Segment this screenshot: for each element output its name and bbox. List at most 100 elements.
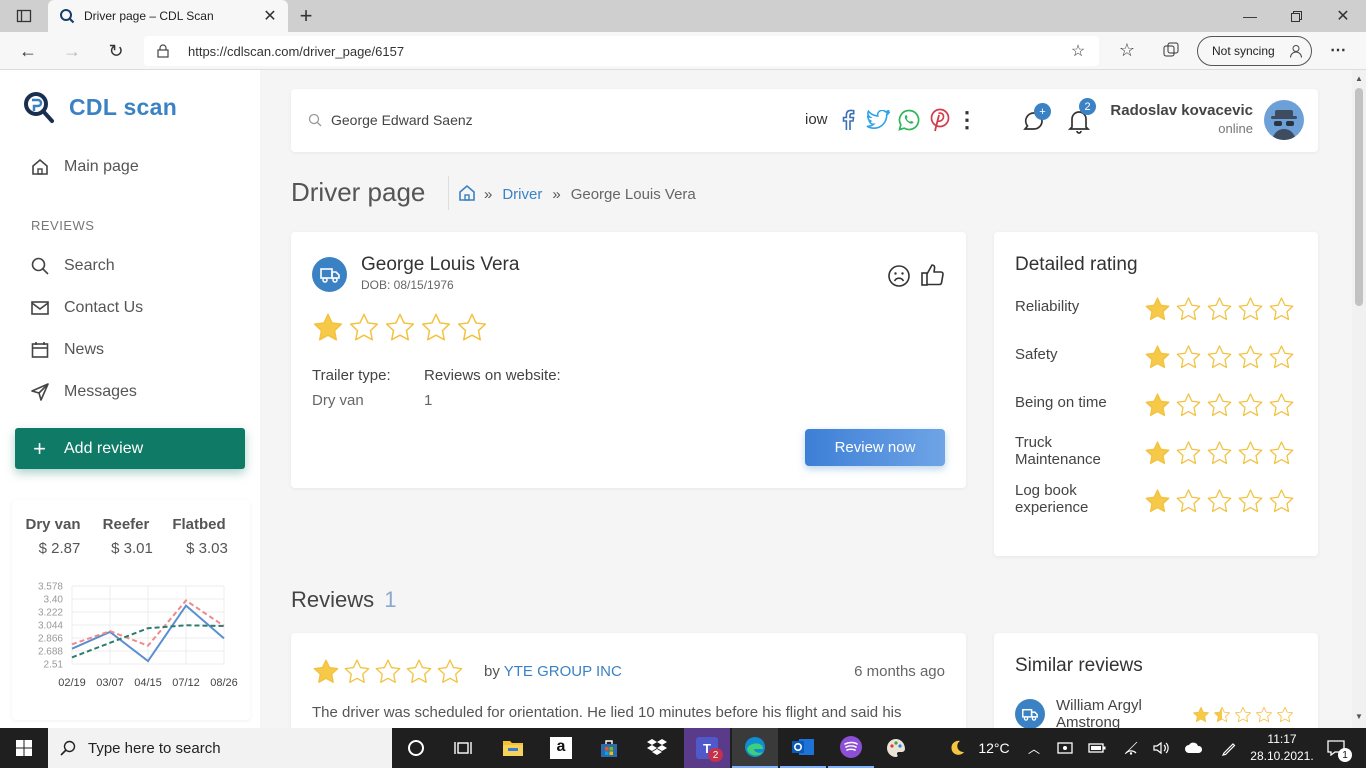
meet-now-icon[interactable] — [1054, 728, 1076, 768]
browser-tab-bar: Driver page – CDL Scan ✕ + — ✕ — [0, 0, 1366, 32]
sidebar-item-contact-us[interactable]: Contact Us — [30, 293, 143, 323]
sidebar-item-label: News — [64, 341, 105, 358]
rating-row-label: Safety — [1015, 346, 1058, 363]
amazon-icon[interactable]: a — [544, 728, 578, 768]
main-content: iow ⋮ + 2 Radoslav kovacevic online Driv… — [260, 70, 1352, 728]
edge-icon[interactable] — [732, 728, 778, 768]
review-now-button[interactable]: Review now — [805, 429, 945, 466]
scrollbar-thumb[interactable] — [1355, 88, 1363, 306]
sidebar: CDL scan Main page REVIEWS Search Contac… — [0, 70, 260, 728]
sync-button[interactable]: Not syncing — [1197, 36, 1312, 66]
new-tab-icon[interactable]: + — [294, 3, 318, 28]
review-by-label: by — [484, 663, 500, 680]
star-empty-icon — [1269, 441, 1294, 465]
pinterest-icon[interactable] — [928, 108, 952, 132]
browser-tab[interactable]: Driver page – CDL Scan ✕ — [48, 0, 288, 32]
sidebar-item-search[interactable]: Search — [30, 251, 115, 281]
star-empty-icon — [1238, 297, 1263, 321]
dropbox-icon[interactable] — [640, 728, 674, 768]
url-text[interactable]: https://cdlscan.com/driver_page/6157 — [188, 44, 404, 59]
minimize-icon[interactable]: — — [1240, 6, 1260, 26]
favorites-icon[interactable]: ☆ — [1116, 39, 1138, 61]
forward-icon[interactable]: → — [60, 39, 84, 63]
star-empty-icon — [344, 659, 370, 683]
star-filled-icon — [313, 313, 343, 341]
mail-icon — [30, 298, 64, 318]
show-hidden-icons-icon[interactable]: ︿ — [1024, 728, 1044, 768]
search-icon — [48, 740, 88, 756]
outlook-icon[interactable] — [780, 728, 826, 768]
star-empty-icon — [457, 313, 487, 341]
clock-date[interactable]: 28.10.2021. — [1244, 749, 1320, 763]
refresh-icon[interactable]: ↻ — [104, 39, 128, 63]
taskbar-search-box[interactable]: Type here to search — [48, 728, 392, 768]
file-explorer-icon[interactable] — [496, 728, 530, 768]
price-value: $ 2.87 — [38, 540, 81, 557]
scroll-up-icon[interactable]: ▲ — [1355, 74, 1363, 83]
page-title: Driver page — [291, 177, 426, 207]
star-empty-icon — [1269, 345, 1294, 369]
back-icon[interactable]: ← — [16, 39, 40, 63]
avatar[interactable] — [1264, 100, 1304, 140]
facebook-icon[interactable] — [838, 108, 858, 132]
plus-icon: + — [33, 435, 46, 461]
whatsapp-icon[interactable] — [897, 108, 921, 132]
restore-icon[interactable] — [1286, 6, 1306, 26]
pen-workspace-icon[interactable] — [1218, 728, 1240, 768]
battery-icon[interactable] — [1086, 728, 1108, 768]
breadcrumb-home-icon[interactable] — [458, 184, 476, 202]
close-window-icon[interactable]: ✕ — [1333, 6, 1353, 26]
marquee-text: iow — [805, 111, 828, 128]
chart-y-tick-label: 3.578 — [38, 582, 63, 593]
messages-badge: + — [1034, 103, 1051, 120]
page-scrollbar[interactable]: ▲ ▼ — [1352, 70, 1366, 728]
add-favorite-icon[interactable]: ☆ — [1068, 42, 1088, 60]
wifi-icon[interactable] — [1120, 728, 1142, 768]
podcast-app-icon[interactable] — [828, 728, 874, 768]
collections-icon[interactable] — [1160, 39, 1182, 61]
volume-icon[interactable] — [1150, 728, 1172, 768]
similar-driver-name[interactable]: William Argyl Amstrong — [1056, 697, 1166, 728]
weather-moon-icon[interactable] — [944, 728, 970, 768]
url-box[interactable]: https://cdlscan.com/driver_page/6157 ☆ — [144, 36, 1099, 66]
brand-name[interactable]: CDL scan — [69, 94, 177, 121]
review-author-link[interactable]: YTE GROUP INC — [504, 663, 622, 680]
rating-row-stars — [1144, 440, 1295, 468]
windows-start-icon[interactable] — [0, 728, 48, 768]
sad-face-icon[interactable] — [887, 264, 911, 288]
cortana-icon[interactable] — [400, 728, 432, 768]
star-empty-icon — [1269, 393, 1294, 417]
rating-row-label: Reliability — [1015, 298, 1080, 315]
star-empty-icon — [1238, 345, 1263, 369]
driver-dob: DOB: 08/15/1976 — [361, 278, 454, 292]
task-view-icon[interactable] — [446, 728, 480, 768]
add-review-button[interactable]: + Add review — [15, 428, 245, 469]
close-tab-icon[interactable]: ✕ — [262, 8, 278, 25]
reviews-count-label: Reviews on website: — [424, 367, 561, 384]
search-input[interactable] — [331, 107, 751, 133]
more-vertical-icon[interactable]: ⋮ — [956, 107, 978, 132]
review-author: by YTE GROUP INC — [484, 663, 622, 680]
weather-temperature[interactable]: 12°C — [974, 728, 1014, 768]
thumbs-up-icon[interactable] — [920, 262, 946, 288]
cdl-logo-icon[interactable] — [22, 90, 56, 124]
paint-icon[interactable] — [876, 728, 916, 768]
twitter-icon[interactable] — [865, 108, 891, 132]
clock-time[interactable]: 11:17 — [1250, 732, 1314, 746]
sidebar-item-messages[interactable]: Messages — [30, 377, 137, 407]
settings-more-icon[interactable]: ⋯ — [1326, 39, 1350, 61]
sidebar-item-label: Main page — [64, 158, 139, 175]
trailer-type-label: Trailer type: — [312, 367, 391, 384]
scroll-down-icon[interactable]: ▼ — [1355, 712, 1363, 721]
tab-actions-icon[interactable] — [12, 6, 36, 26]
user-name[interactable]: Radoslav kovacevic — [1091, 102, 1253, 119]
lock-icon[interactable] — [156, 43, 170, 59]
star-empty-icon — [385, 313, 415, 341]
teams-icon[interactable]: T 2 — [684, 728, 730, 768]
star-empty-icon — [1176, 393, 1201, 417]
store-icon[interactable] — [592, 728, 626, 768]
sidebar-item-main-page[interactable]: Main page — [30, 152, 139, 182]
sidebar-item-news[interactable]: News — [30, 335, 104, 365]
onedrive-icon[interactable] — [1182, 728, 1206, 768]
breadcrumb-driver-link[interactable]: Driver — [502, 186, 542, 203]
